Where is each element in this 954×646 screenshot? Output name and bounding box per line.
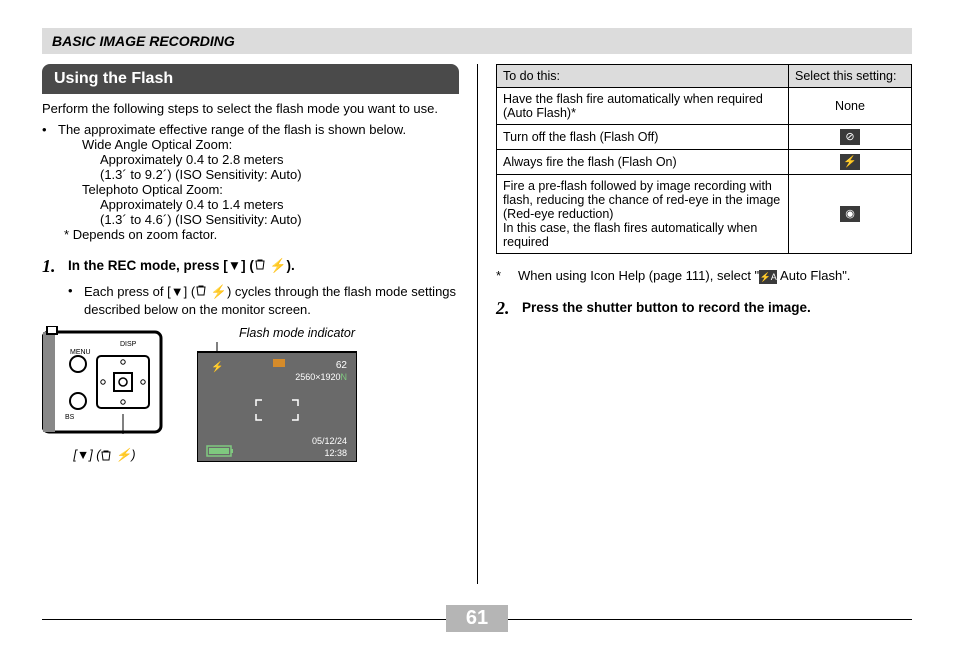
monitor-screen-svg: ⚡ 62 2560×1920N 05/12/24 12:38 bbox=[197, 342, 357, 462]
note-a: When using Icon Help (page 111), select … bbox=[518, 268, 759, 283]
flash-icon: ⚡ bbox=[211, 284, 227, 299]
wide-zoom-detail: (1.3´ to 9.2´) (ISO Sensitivity: Auto) bbox=[100, 167, 459, 182]
right-column: To do this: Select this setting: Have th… bbox=[477, 64, 912, 584]
step-1-sub-bullet: • Each press of [▼] ( ⚡) cycles through … bbox=[68, 283, 459, 319]
svg-text:DISP: DISP bbox=[120, 341, 137, 348]
table-row: Fire a pre-flash followed by image recor… bbox=[497, 175, 912, 254]
table-header-action: To do this: bbox=[497, 65, 789, 88]
screen-time: 12:38 bbox=[324, 448, 347, 458]
svg-text:MENU: MENU bbox=[70, 349, 91, 356]
table-row: Turn off the flash (Flash Off) ⊘ bbox=[497, 125, 912, 150]
row-auto-flash-desc: Have the flash fire automatically when r… bbox=[497, 88, 789, 125]
flash-icon: ⚡ bbox=[270, 258, 287, 273]
sub-b: ] ( bbox=[184, 284, 196, 299]
bullet-dot: • bbox=[68, 283, 84, 319]
diagrams-row: MENU DISP BS [▼] ( ⚡) Flash mode indicat… bbox=[42, 326, 459, 465]
row-red-eye-setting: ◉ bbox=[789, 175, 912, 254]
down-triangle-icon: ▼ bbox=[171, 284, 184, 299]
camera-caption: [▼] ( ⚡) bbox=[42, 448, 167, 463]
asterisk: * bbox=[496, 268, 518, 284]
down-triangle-icon: ▼ bbox=[77, 448, 89, 462]
right-star-note: * When using Icon Help (page 111), selec… bbox=[496, 268, 912, 284]
row-red-eye-desc: Fire a pre-flash followed by image recor… bbox=[497, 175, 789, 254]
section-title: Using the Flash bbox=[42, 64, 459, 94]
intro-text: Perform the following steps to select th… bbox=[42, 100, 459, 118]
bullet-text: The approximate effective range of the f… bbox=[58, 122, 459, 137]
svg-text:2560×1920N: 2560×1920N bbox=[295, 372, 347, 382]
shots-remaining: 62 bbox=[336, 360, 348, 371]
camera-diagram: MENU DISP BS [▼] ( ⚡) bbox=[42, 326, 167, 463]
step-2: 2. Press the shutter button to record th… bbox=[496, 298, 912, 319]
svg-text:BS: BS bbox=[65, 414, 75, 421]
down-triangle-icon: ▼ bbox=[228, 258, 241, 273]
screen-date: 05/12/24 bbox=[312, 436, 347, 446]
sub-a: Each press of [ bbox=[84, 284, 171, 299]
cap-b: ] ( bbox=[89, 448, 100, 462]
step-2-text: Press the shutter button to record the i… bbox=[522, 298, 912, 319]
icon-help-note: When using Icon Help (page 111), select … bbox=[518, 268, 912, 284]
flash-on-icon: ⚡ bbox=[840, 154, 860, 170]
note-b: Auto Flash". bbox=[777, 268, 850, 283]
left-column: Using the Flash Perform the following st… bbox=[42, 64, 477, 584]
page-number: 61 bbox=[446, 605, 508, 632]
row-flash-on-setting: ⚡ bbox=[789, 150, 912, 175]
cap-c: ) bbox=[131, 448, 135, 462]
flash-indicator-label: Flash mode indicator bbox=[197, 326, 357, 340]
step-1-sub-text: Each press of [▼] ( ⚡) cycles through th… bbox=[84, 283, 459, 319]
bullet-effective-range: • The approximate effective range of the… bbox=[42, 122, 459, 137]
trash-icon bbox=[195, 283, 207, 301]
bullet-dot: • bbox=[42, 122, 58, 137]
row-flash-off-setting: ⊘ bbox=[789, 125, 912, 150]
asterisk: * bbox=[64, 227, 69, 242]
flash-settings-table: To do this: Select this setting: Have th… bbox=[496, 64, 912, 254]
step-2-number: 2. bbox=[496, 298, 522, 319]
red-eye-icon: ◉ bbox=[840, 206, 860, 222]
flash-off-icon: ⊘ bbox=[840, 129, 860, 145]
wide-zoom-range: Approximately 0.4 to 2.8 meters bbox=[100, 152, 459, 167]
table-row: Have the flash fire automatically when r… bbox=[497, 88, 912, 125]
auto-flash-icon: ⚡A bbox=[759, 270, 777, 284]
row-auto-flash-setting: None bbox=[789, 88, 912, 125]
step1-part-b: ] ( bbox=[241, 258, 254, 273]
row-flash-off-desc: Turn off the flash (Flash Off) bbox=[497, 125, 789, 150]
table-header-setting: Select this setting: bbox=[789, 65, 912, 88]
trash-icon bbox=[254, 258, 266, 273]
page-number-wrap: 61 bbox=[0, 605, 954, 632]
tele-zoom-range: Approximately 0.4 to 1.4 meters bbox=[100, 197, 459, 212]
tele-zoom-detail: (1.3´ to 4.6´) (ISO Sensitivity: Auto) bbox=[100, 212, 459, 227]
step-1-number: 1. bbox=[42, 256, 68, 277]
trash-icon bbox=[100, 449, 112, 464]
svg-text:⚡: ⚡ bbox=[211, 360, 223, 373]
table-row: Always fire the flash (Flash On) ⚡ bbox=[497, 150, 912, 175]
monitor-screen-diagram: Flash mode indicator ⚡ 62 2560×1920N 05/… bbox=[197, 326, 357, 465]
wide-zoom-label: Wide Angle Optical Zoom: bbox=[82, 137, 459, 152]
flash-icon: ⚡ bbox=[116, 448, 132, 462]
depends-text: Depends on zoom factor. bbox=[73, 227, 218, 242]
step-1: 1. In the REC mode, press [▼] ( ⚡). bbox=[42, 256, 459, 277]
content-columns: Using the Flash Perform the following st… bbox=[42, 64, 912, 584]
resolution: 2560×1920 bbox=[295, 372, 340, 382]
depends-note: * Depends on zoom factor. bbox=[64, 227, 459, 242]
step1-part-c: ). bbox=[286, 258, 294, 273]
step-1-text: In the REC mode, press [▼] ( ⚡). bbox=[68, 256, 459, 277]
tele-zoom-label: Telephoto Optical Zoom: bbox=[82, 182, 459, 197]
step1-part-a: In the REC mode, press [ bbox=[68, 258, 228, 273]
page-header: BASIC IMAGE RECORDING bbox=[42, 28, 912, 54]
camera-back-svg: MENU DISP BS bbox=[42, 326, 167, 441]
row-flash-on-desc: Always fire the flash (Flash On) bbox=[497, 150, 789, 175]
